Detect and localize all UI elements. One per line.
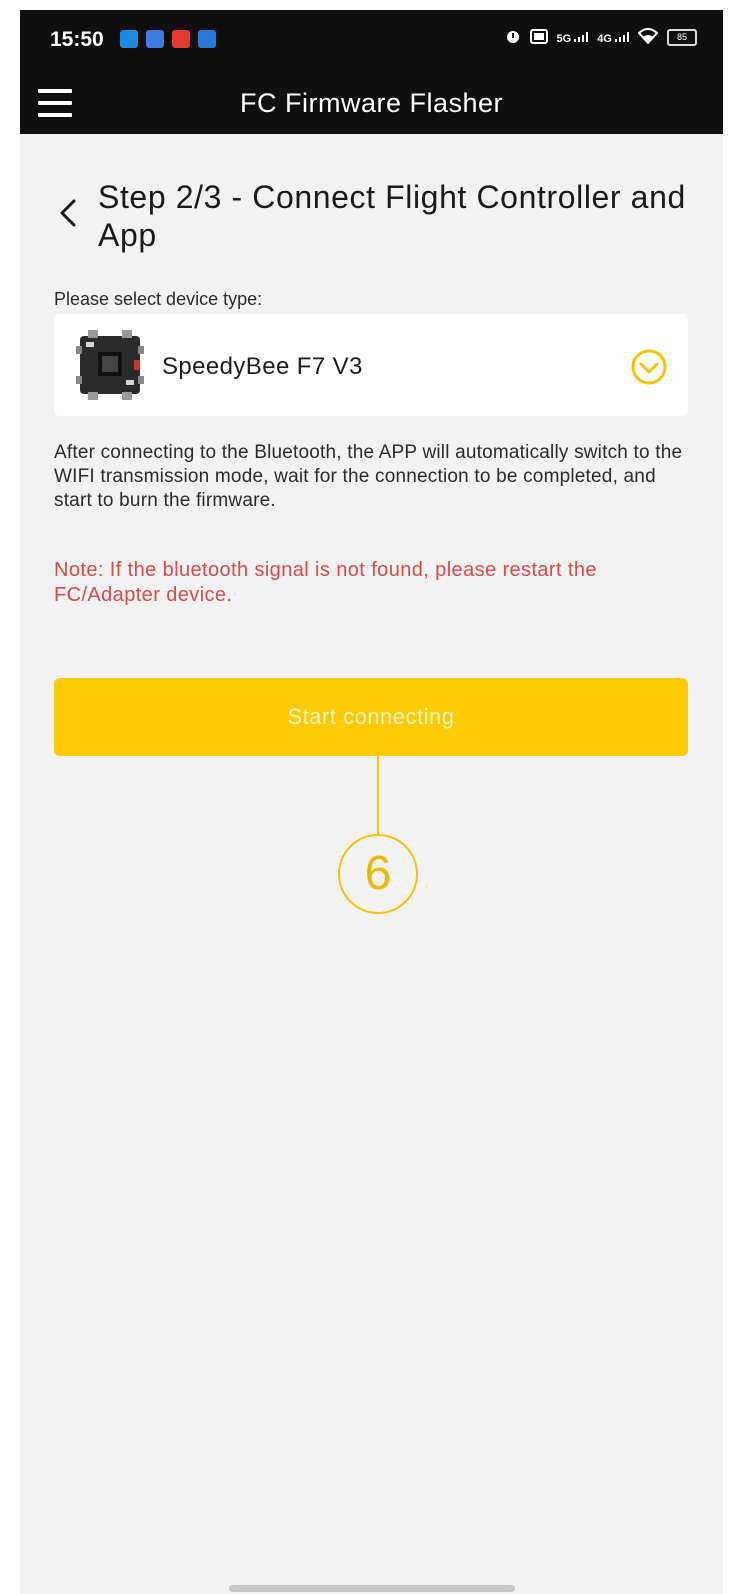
start-connecting-button[interactable]: Start connecting xyxy=(54,678,688,756)
signal-4g-icon: 4G xyxy=(597,31,629,45)
bluetooth-note-text: Note: If the bluetooth signal is not fou… xyxy=(54,559,597,606)
alarm-icon xyxy=(505,28,521,47)
notification-app-icon xyxy=(146,30,164,48)
callout-badge: 6 xyxy=(338,834,418,914)
signal-5g-icon: 5G xyxy=(556,31,589,45)
selected-device-name: SpeedyBee F7 V3 xyxy=(162,353,363,380)
back-chevron-icon[interactable] xyxy=(56,193,80,233)
battery-level: 85 xyxy=(676,32,687,42)
flight-controller-image xyxy=(76,330,144,400)
status-time: 15:50 xyxy=(50,28,104,51)
connection-info-text: After connecting to the Bluetooth, the A… xyxy=(54,442,683,511)
device-type-select[interactable]: SpeedyBee F7 V3 xyxy=(54,314,688,416)
app-title: FC Firmware Flasher xyxy=(239,88,504,118)
signal-label: 5G xyxy=(556,32,572,45)
hd-icon xyxy=(529,28,548,47)
callout-line xyxy=(377,756,379,835)
app-bar: FC Firmware Flasher xyxy=(20,72,723,134)
status-bar: 15:50 5G 4G 85 xyxy=(20,10,723,72)
chevron-down-circle-icon[interactable] xyxy=(630,348,668,386)
app-screen: 15:50 5G 4G 85 FC Firmware Flasher Step … xyxy=(20,10,723,1594)
step-title: Step 2/3 - Connect Flight Controller and… xyxy=(98,179,686,253)
wifi-icon xyxy=(637,28,659,47)
device-type-label: Please select device type: xyxy=(54,289,263,309)
notification-app-icon xyxy=(120,30,138,48)
home-indicator[interactable] xyxy=(229,1585,515,1592)
status-icons: 5G 4G 85 xyxy=(505,28,697,47)
signal-label: 4G xyxy=(597,32,612,45)
notification-app-icon xyxy=(198,30,216,48)
notification-app-icon xyxy=(172,30,190,48)
battery-icon: 85 xyxy=(667,29,697,46)
